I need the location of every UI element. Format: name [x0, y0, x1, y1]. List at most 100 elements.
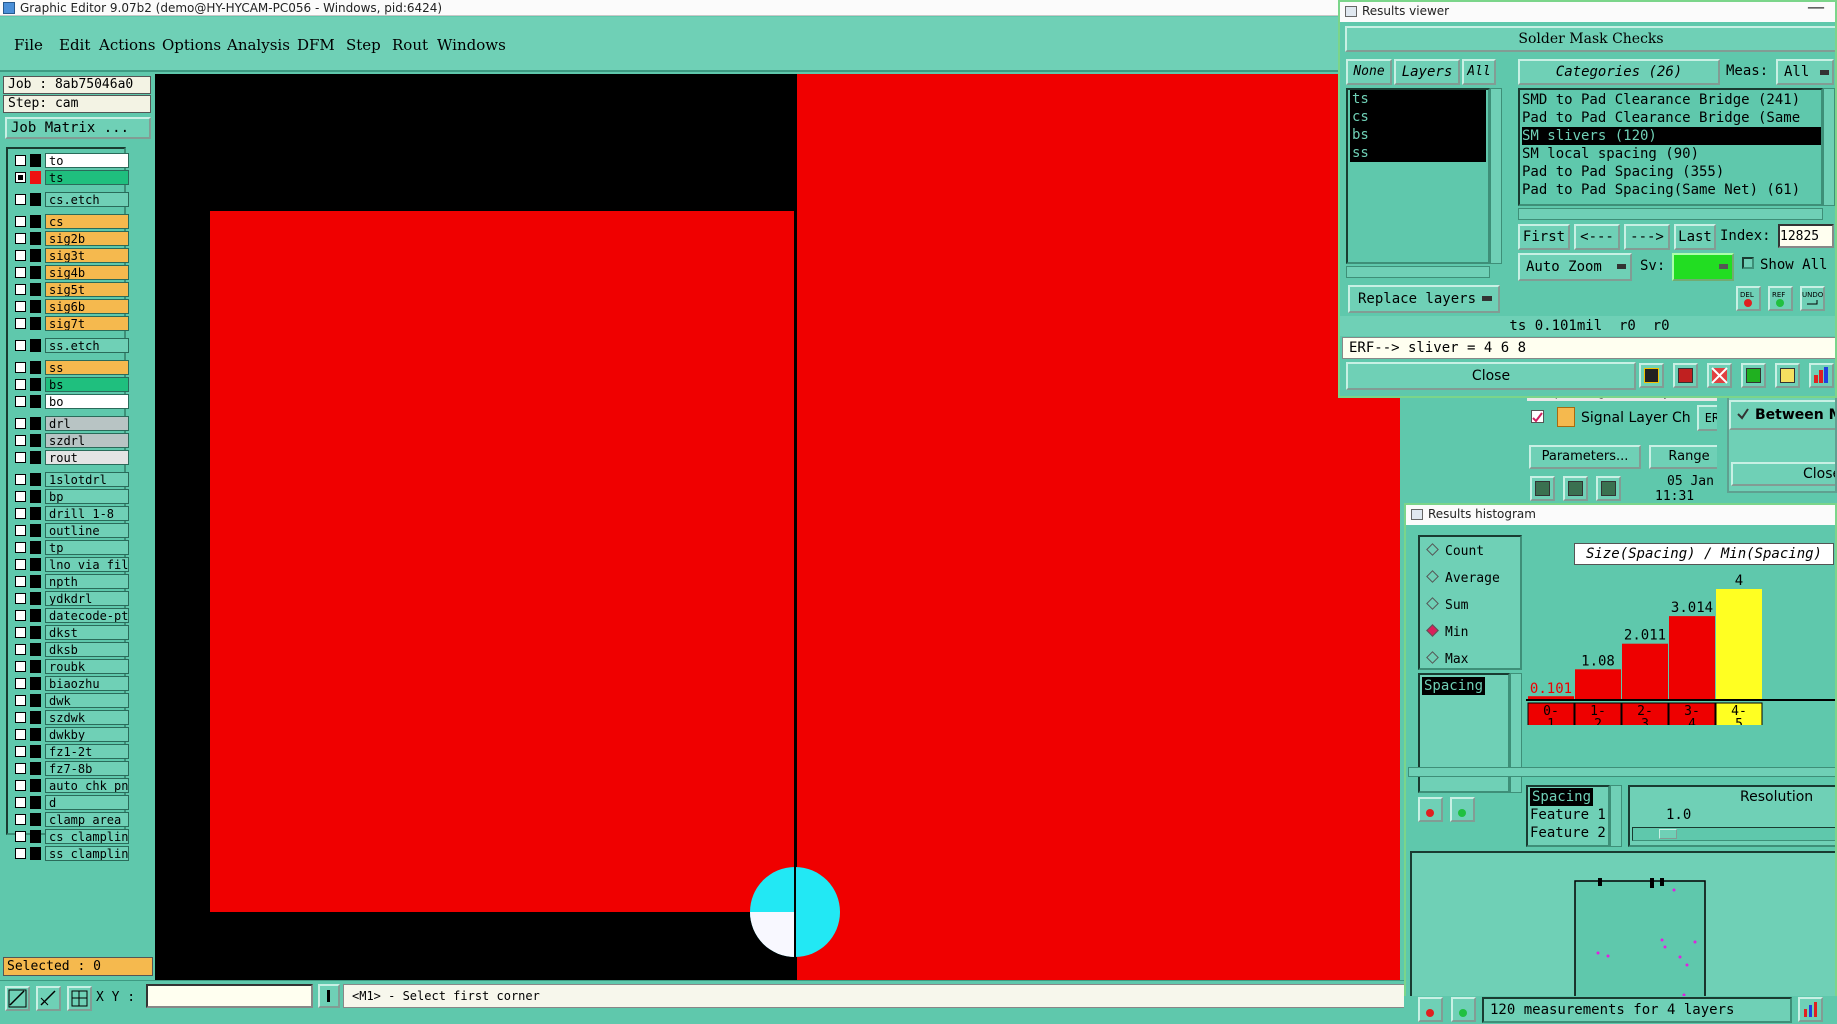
info-icon[interactable] [318, 984, 340, 1008]
layer-checkbox[interactable] [15, 848, 26, 859]
layer-name[interactable]: roubk [45, 659, 129, 674]
menu-step[interactable]: Step [346, 36, 381, 54]
layer-name[interactable]: sig6b [45, 299, 129, 314]
layer-name[interactable]: sig4b [45, 265, 129, 280]
layer-checkbox[interactable] [15, 780, 26, 791]
layer-item-cs[interactable]: cs [1350, 108, 1486, 126]
last-button[interactable]: Last [1674, 224, 1716, 250]
layer-name[interactable]: cs.etch [45, 192, 129, 207]
categories-hscrollbar[interactable] [1518, 208, 1823, 220]
layer-checkbox[interactable] [15, 695, 26, 706]
measure-tool-icon[interactable] [5, 986, 30, 1011]
categories-list[interactable]: SMD to Pad Clearance Bridge (241) Pad to… [1518, 88, 1823, 206]
next-button[interactable]: ---> [1624, 224, 1670, 250]
layer-name[interactable]: sig2b [45, 231, 129, 246]
menu-dfm[interactable]: DFM [297, 36, 335, 54]
layer-checkbox[interactable] [15, 379, 26, 390]
histogram-bar[interactable] [1669, 616, 1715, 699]
layer-checkbox[interactable] [15, 729, 26, 740]
layer-name[interactable]: szdwk [45, 710, 129, 725]
undo-icon[interactable]: UNDO [1800, 286, 1825, 311]
xy-input[interactable] [146, 984, 313, 1008]
stats-item-spacing[interactable]: Spacing [1530, 788, 1594, 806]
layer-checkbox[interactable] [15, 250, 26, 261]
layer-name[interactable]: cs_clampline [45, 829, 129, 844]
layer-name[interactable]: bo [45, 394, 129, 409]
category-sm-slivers[interactable]: SM slivers (120) [1522, 127, 1821, 145]
category-pad-spacing[interactable]: Pad to Pad Spacing (355) [1522, 163, 1724, 181]
measure-item-spacing[interactable]: Spacing [1422, 677, 1486, 695]
layer-name[interactable]: 1slotdrl [45, 472, 129, 487]
layer-checkbox[interactable] [15, 267, 26, 278]
layer-name[interactable]: fz1-2t [45, 744, 129, 759]
layer-name[interactable]: rout [45, 450, 129, 465]
histogram-icon[interactable] [1809, 363, 1834, 388]
auto-zoom-select[interactable]: Auto Zoom [1518, 253, 1632, 281]
layer-name[interactable]: szdrl [45, 433, 129, 448]
parameters-button[interactable]: Parameters... [1529, 445, 1641, 469]
layer-name[interactable]: dwkby [45, 727, 129, 742]
layer-name[interactable]: sig7t [45, 316, 129, 331]
layer-item-ss[interactable]: ss [1350, 144, 1486, 162]
layer-name[interactable]: dksb [45, 642, 129, 657]
mini-map[interactable] [1412, 853, 1837, 1016]
mode-sum[interactable]: Sum [1426, 597, 1468, 613]
mode-count[interactable]: Count [1426, 543, 1484, 559]
clear-icon[interactable] [1707, 363, 1732, 388]
layer-checkbox[interactable] [15, 746, 26, 757]
layer-name[interactable]: d [45, 795, 129, 810]
first-button[interactable]: First [1518, 224, 1570, 250]
er-button[interactable]: ER [1697, 405, 1717, 431]
resolution-slider-thumb[interactable] [1659, 829, 1677, 839]
layer-checkbox[interactable] [15, 576, 26, 587]
replace-layers-button[interactable]: Replace layers [1348, 285, 1500, 313]
status-chart-icon[interactable] [1798, 997, 1823, 1022]
none-button[interactable]: None [1346, 59, 1392, 85]
status-del-icon[interactable] [1418, 997, 1443, 1022]
mode-min[interactable]: Min [1426, 624, 1468, 640]
all-layers-button[interactable]: All [1462, 59, 1496, 85]
layer-name[interactable]: ss.etch [45, 338, 129, 353]
layer-checkbox[interactable] [15, 559, 26, 570]
layer-item-bs[interactable]: bs [1350, 126, 1486, 144]
layer-checkbox[interactable] [15, 362, 26, 373]
layer-checkbox[interactable] [15, 233, 26, 244]
layer-checkbox[interactable] [15, 452, 26, 463]
layer-checkbox[interactable] [15, 396, 26, 407]
category-smd-pad-clearance[interactable]: SMD to Pad Clearance Bridge (241) [1522, 91, 1800, 109]
layer-checkbox[interactable] [15, 216, 26, 227]
report-icon[interactable] [1639, 363, 1664, 388]
job-matrix-button[interactable]: Job Matrix ... [5, 117, 151, 139]
category-pad-clearance-same[interactable]: Pad to Pad Clearance Bridge (Same [1522, 109, 1800, 127]
layer-name[interactable]: to [45, 153, 129, 168]
layer-name[interactable]: sig3t [45, 248, 129, 263]
layer-checkbox[interactable] [15, 508, 26, 519]
category-sm-local-spacing[interactable]: SM local spacing (90) [1522, 145, 1699, 163]
minimize-icon[interactable]: — [1807, 2, 1825, 17]
snap-tool-icon[interactable] [36, 986, 61, 1011]
layer-checkbox[interactable] [15, 763, 26, 774]
layer-name[interactable]: clamp_area [45, 812, 129, 827]
layer-name[interactable]: biaozhu [45, 676, 129, 691]
signal-check-icon[interactable] [1531, 410, 1544, 423]
layer-name[interactable]: auto_chk_pnl [45, 778, 129, 793]
layer-checkbox[interactable] [15, 155, 26, 166]
graphic-canvas[interactable] [155, 74, 1400, 980]
layer-name[interactable]: bs [45, 377, 129, 392]
layer-checkbox[interactable] [15, 525, 26, 536]
del-icon[interactable]: DEL [1736, 286, 1761, 311]
layer-checkbox[interactable] [15, 610, 26, 621]
layer-checkbox[interactable] [15, 644, 26, 655]
stats-item-feature2[interactable]: Feature 2 [1530, 824, 1606, 842]
layer-checkbox[interactable] [15, 491, 26, 502]
show-all-checkbox[interactable] [1742, 257, 1754, 269]
record-icon[interactable] [1673, 363, 1698, 388]
sv-color-select[interactable] [1672, 253, 1734, 281]
layer-checkbox[interactable] [15, 831, 26, 842]
layer-checkbox[interactable] [15, 418, 26, 429]
layer-name[interactable]: lno_via_fill [45, 557, 129, 572]
run-icon-1[interactable] [1530, 476, 1555, 501]
menu-file[interactable]: File [14, 36, 43, 54]
range-button[interactable]: Range [1649, 445, 1717, 469]
histogram-bar[interactable] [1716, 589, 1762, 699]
